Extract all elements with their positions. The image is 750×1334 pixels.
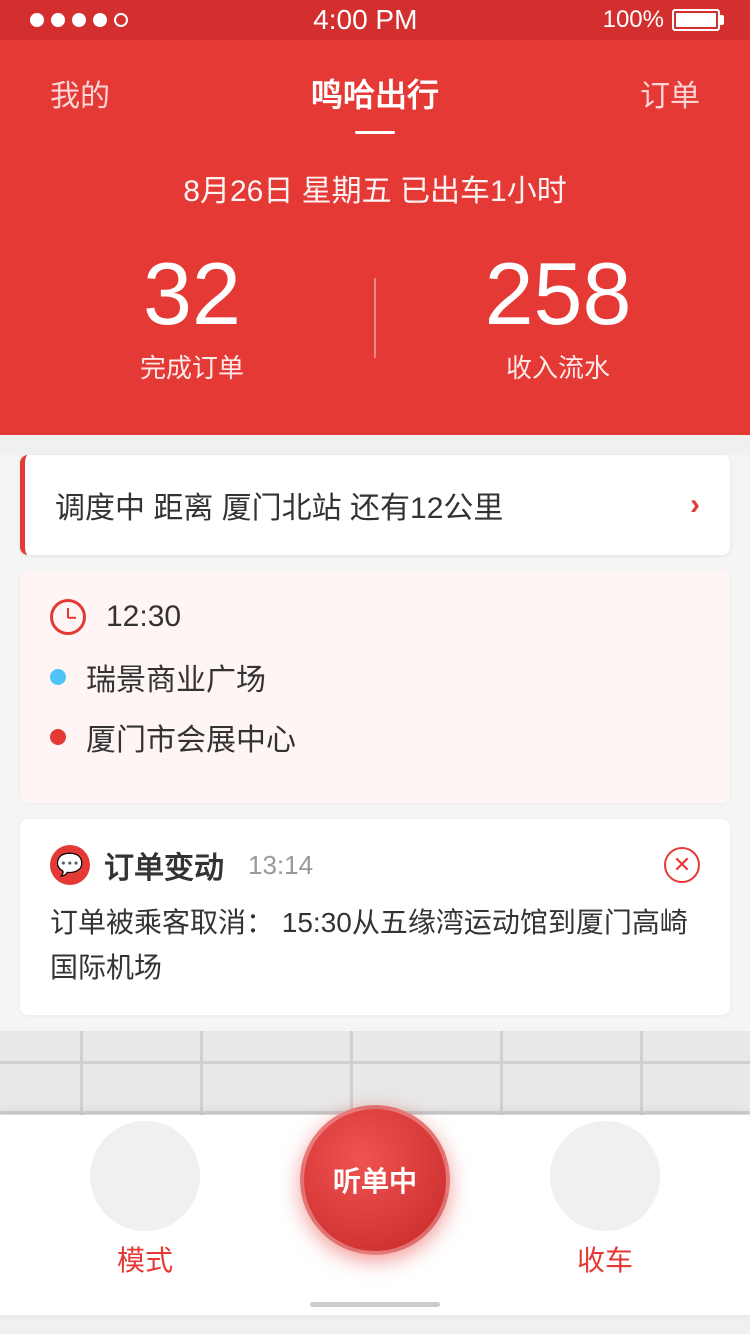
bottom-bar: 模式 听单中 收车 <box>0 1115 750 1315</box>
listening-button-circle: 听单中 <box>300 1105 450 1255</box>
listening-button[interactable]: 听单中 <box>300 1105 450 1255</box>
signal-dot-1 <box>30 13 44 27</box>
nav-tab-mine[interactable]: 我的 <box>30 61 130 125</box>
revenue-block: 258 收入流水 <box>396 250 720 385</box>
notification-close-button[interactable]: ✕ <box>664 847 700 883</box>
mode-button[interactable]: 模式 <box>90 1121 200 1279</box>
status-time: 4:00 PM <box>313 4 417 36</box>
signal-dot-3 <box>72 13 86 27</box>
map-road <box>0 1061 750 1064</box>
battery-fill <box>676 13 716 27</box>
nav-tabs: 我的 鸣哈出行 订单 <box>30 40 720 136</box>
trip-origin-row: 瑞景商业广场 <box>50 655 700 699</box>
message-icon: 💬 <box>50 845 90 885</box>
notification-time: 13:14 <box>248 850 313 881</box>
origin-dot-icon <box>50 669 66 685</box>
revenue-number: 258 <box>396 250 720 338</box>
clock-icon <box>50 599 86 635</box>
trip-destination-row: 厦门市会展中心 <box>50 715 700 759</box>
battery-indicator: 100% <box>603 6 720 34</box>
stats-row: 32 完成订单 258 收入流水 <box>30 250 720 385</box>
trip-destination: 厦门市会展中心 <box>86 715 296 759</box>
battery-percent: 100% <box>603 6 664 34</box>
listening-button-text: 听单中 <box>333 1160 417 1200</box>
signal-indicator <box>30 13 128 27</box>
destination-dot-icon <box>50 729 66 745</box>
home-indicator <box>310 1302 440 1307</box>
battery-icon <box>672 9 720 31</box>
completed-orders-label: 完成订单 <box>30 348 354 385</box>
mode-button-circle <box>90 1121 200 1231</box>
trip-time: 12:30 <box>106 600 181 634</box>
status-bar: 4:00 PM 100% <box>0 0 750 40</box>
nav-tab-home[interactable]: 鸣哈出行 <box>291 60 459 126</box>
completed-orders-number: 32 <box>30 250 354 338</box>
notification-header: 💬 订单变动 13:14 ✕ <box>50 843 700 887</box>
stop-button[interactable]: 收车 <box>550 1121 660 1279</box>
notification-body: 订单被乘客取消： 15:30从五缘湾运动馆到厦门高崎国际机场 <box>50 901 700 991</box>
stop-button-label: 收车 <box>577 1239 633 1279</box>
date-info: 8月26日 星期五 已出车1小时 <box>30 166 720 210</box>
notification-title-row: 💬 订单变动 13:14 <box>50 843 313 887</box>
dispatch-card[interactable]: 调度中 距离 厦门北站 还有12公里 › <box>20 455 730 555</box>
signal-dot-2 <box>51 13 65 27</box>
chevron-right-icon[interactable]: › <box>690 488 700 522</box>
signal-dot-5 <box>114 13 128 27</box>
nav-tab-orders[interactable]: 订单 <box>620 61 720 125</box>
notification-title: 订单变动 <box>104 843 224 887</box>
notification-card: 💬 订单变动 13:14 ✕ 订单被乘客取消： 15:30从五缘湾运动馆到厦门高… <box>20 819 730 1015</box>
trip-origin: 瑞景商业广场 <box>86 655 266 699</box>
header: 我的 鸣哈出行 订单 8月26日 星期五 已出车1小时 32 完成订单 258 … <box>0 40 750 435</box>
dispatch-text: 调度中 距离 厦门北站 还有12公里 <box>55 483 503 527</box>
mode-button-label: 模式 <box>117 1239 173 1279</box>
stop-button-circle <box>550 1121 660 1231</box>
completed-orders-block: 32 完成订单 <box>30 250 354 385</box>
trip-card: 12:30 瑞景商业广场 厦门市会展中心 <box>20 571 730 803</box>
stats-divider <box>374 278 376 358</box>
trip-time-row: 12:30 <box>50 599 700 635</box>
signal-dot-4 <box>93 13 107 27</box>
revenue-label: 收入流水 <box>396 348 720 385</box>
main-content: 调度中 距离 厦门北站 还有12公里 › 12:30 瑞景商业广场 厦门市会展中… <box>0 455 750 1315</box>
